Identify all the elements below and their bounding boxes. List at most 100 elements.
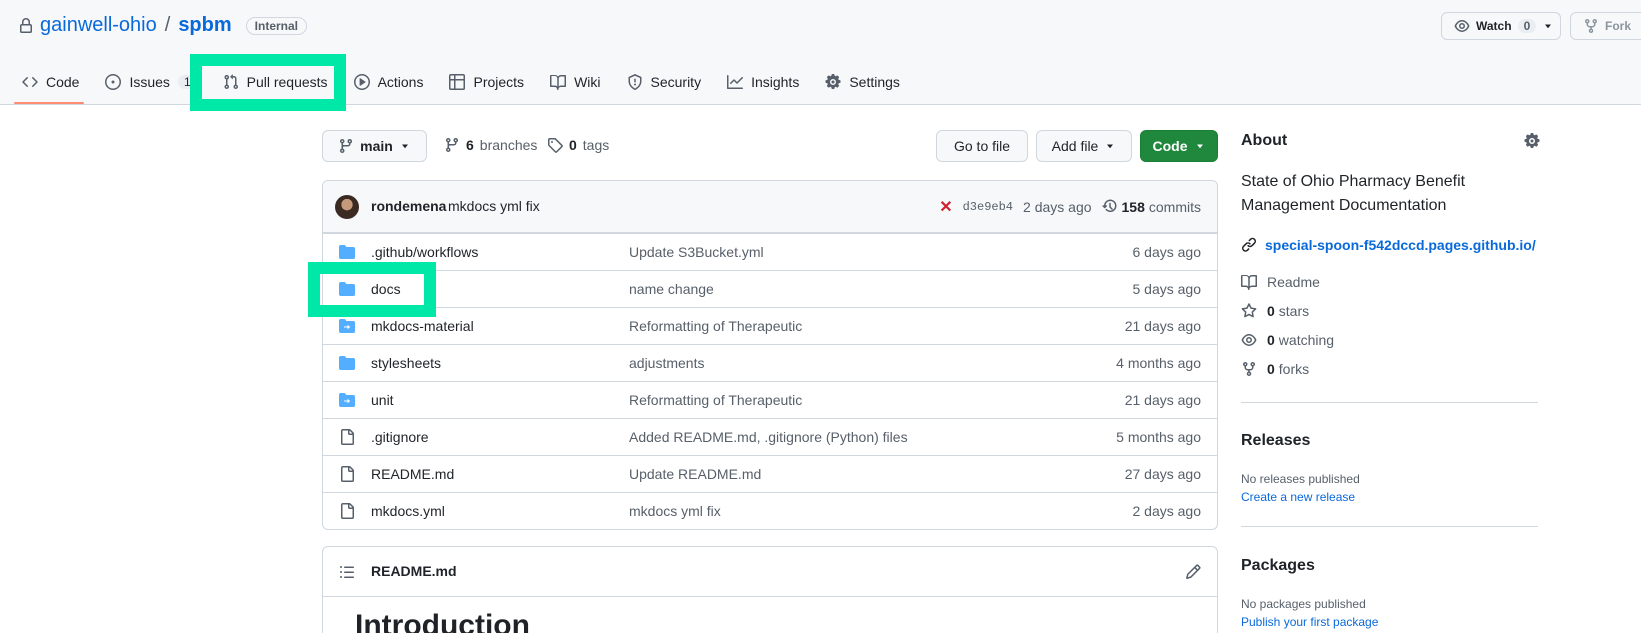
file-age: 27 days ago xyxy=(1124,466,1201,482)
tab-label: Projects xyxy=(473,74,525,90)
watching-link[interactable]: 0 watching xyxy=(1241,332,1334,348)
branch-icon xyxy=(444,137,460,153)
list-icon[interactable] xyxy=(339,564,355,580)
star-icon xyxy=(1241,303,1257,319)
file-row[interactable]: README.md Update README.md 27 days ago xyxy=(323,455,1217,492)
readme-title[interactable]: README.md xyxy=(371,563,457,579)
watch-button[interactable]: Watch 0 xyxy=(1441,12,1561,40)
publish-package-link[interactable]: Publish your first package xyxy=(1241,615,1378,629)
readme-label: Readme xyxy=(1267,274,1320,290)
forks-link[interactable]: 0 forks xyxy=(1241,361,1309,377)
submodule-folder-icon xyxy=(339,318,355,334)
fork-icon xyxy=(1583,18,1599,34)
tab-settings[interactable]: Settings xyxy=(817,66,908,98)
file-commit-message[interactable]: Reformatting of Therapeutic xyxy=(629,318,802,334)
fork-button[interactable]: Fork xyxy=(1570,12,1641,40)
tab-label: Insights xyxy=(751,74,800,90)
commit-message-link[interactable]: mkdocs yml fix xyxy=(448,198,540,214)
chevron-down-icon xyxy=(399,140,411,152)
pull-request-icon xyxy=(223,74,239,90)
about-description: State of Ohio Pharmacy Benefit Managemen… xyxy=(1241,173,1466,214)
file-commit-message[interactable]: Reformatting of Therapeutic xyxy=(629,392,802,408)
gear-icon[interactable] xyxy=(1524,133,1540,149)
file-name-link[interactable]: mkdocs.yml xyxy=(371,503,445,519)
file-commit-message[interactable]: adjustments xyxy=(629,355,704,371)
file-age: 21 days ago xyxy=(1124,392,1201,408)
readme-header: README.md xyxy=(323,547,1217,597)
file-name-link[interactable]: .github/workflows xyxy=(371,244,478,260)
file-icon xyxy=(339,466,355,482)
commit-author-link[interactable]: rondemena xyxy=(371,198,446,214)
file-row[interactable]: .gitignore Added README.md, .gitignore (… xyxy=(323,418,1217,455)
tab-label: Actions xyxy=(377,74,424,90)
file-row[interactable]: unit Reformatting of Therapeutic 21 days… xyxy=(323,381,1217,418)
code-dropdown-button[interactable]: Code xyxy=(1140,130,1218,162)
file-commit-message[interactable]: Update S3Bucket.yml xyxy=(629,244,764,260)
file-row[interactable]: mkdocs-material Reformatting of Therapeu… xyxy=(323,307,1217,344)
sidebar-divider xyxy=(1241,402,1538,403)
table-icon xyxy=(449,74,466,90)
file-name-link[interactable]: .gitignore xyxy=(371,429,429,445)
pencil-icon[interactable] xyxy=(1185,564,1201,580)
stars-link[interactable]: 0 stars xyxy=(1241,303,1309,319)
stars-label: stars xyxy=(1278,303,1310,319)
file-commit-message[interactable]: name change xyxy=(629,281,714,297)
fork-label: Fork xyxy=(1605,19,1632,33)
commit-age: 2 days ago xyxy=(1023,199,1092,215)
submodule-folder-icon xyxy=(339,392,355,408)
readme-link[interactable]: Readme xyxy=(1241,274,1320,290)
repo-owner-link[interactable]: gainwell-ohio xyxy=(40,14,157,37)
tab-issues[interactable]: Issues 1 xyxy=(97,66,204,98)
tab-pull-requests[interactable]: Pull requests xyxy=(215,66,336,98)
website-link[interactable]: special-spoon-f542dccd.pages.github.io/ xyxy=(1241,237,1536,253)
book-icon xyxy=(1241,274,1257,290)
file-commit-message[interactable]: Update README.md xyxy=(629,466,761,482)
readme-box: README.md Introduction xyxy=(322,546,1218,633)
branch-name: main xyxy=(360,138,393,154)
folder-icon xyxy=(339,355,355,371)
repo-name-link[interactable]: spbm xyxy=(178,14,231,37)
file-row[interactable]: .github/workflows Update S3Bucket.yml 6 … xyxy=(323,233,1217,270)
create-release-link[interactable]: Create a new release xyxy=(1241,490,1355,504)
branches-link[interactable]: 6 branches xyxy=(444,137,537,153)
history-icon xyxy=(1101,199,1118,215)
file-row[interactable]: mkdocs.yml mkdocs yml fix 2 days ago xyxy=(323,492,1217,529)
tab-wiki[interactable]: Wiki xyxy=(542,66,608,98)
commits-history-link[interactable]: 158 commits xyxy=(1101,199,1201,215)
add-file-button[interactable]: Add file xyxy=(1036,130,1132,162)
avatar[interactable] xyxy=(335,195,359,219)
file-name-link[interactable]: unit xyxy=(371,392,394,408)
tab-projects[interactable]: Projects xyxy=(441,66,532,98)
tab-label: Settings xyxy=(849,74,900,90)
file-name-link[interactable]: README.md xyxy=(371,466,454,482)
file-row[interactable]: docs name change 5 days ago xyxy=(323,270,1217,307)
link-icon xyxy=(1241,237,1257,253)
file-name-link[interactable]: mkdocs-material xyxy=(371,318,474,334)
file-commit-message[interactable]: mkdocs yml fix xyxy=(629,503,721,519)
add-file-label: Add file xyxy=(1051,138,1099,154)
go-to-file-button[interactable]: Go to file xyxy=(936,130,1028,162)
branch-select-button[interactable]: main xyxy=(322,130,427,162)
tab-insights[interactable]: Insights xyxy=(719,66,807,98)
file-age: 5 months ago xyxy=(1116,429,1201,445)
commit-sha-link[interactable]: d3e9eb4 xyxy=(963,200,1013,214)
file-name-link[interactable]: stylesheets xyxy=(371,355,441,371)
status-fail-icon[interactable]: ✕ xyxy=(939,197,952,217)
packages-heading[interactable]: Packages xyxy=(1241,557,1315,575)
issues-count-badge: 1 xyxy=(177,75,197,89)
tab-actions[interactable]: Actions xyxy=(346,66,432,98)
graph-icon xyxy=(727,74,744,90)
selected-tab-indicator xyxy=(14,102,84,104)
releases-empty-text: No releases published xyxy=(1241,472,1360,486)
file-row[interactable]: stylesheets adjustments 4 months ago xyxy=(323,344,1217,381)
file-age: 21 days ago xyxy=(1124,318,1201,334)
chevron-down-icon xyxy=(1104,140,1116,152)
releases-heading[interactable]: Releases xyxy=(1241,432,1310,450)
tab-security[interactable]: Security xyxy=(619,66,710,98)
tags-link[interactable]: 0 tags xyxy=(547,137,609,153)
packages-empty-text: No packages published xyxy=(1241,597,1366,611)
tab-code[interactable]: Code xyxy=(14,66,87,98)
tab-label: Wiki xyxy=(574,74,601,90)
file-name-link[interactable]: docs xyxy=(371,281,401,297)
file-commit-message[interactable]: Added README.md, .gitignore (Python) fil… xyxy=(629,429,908,445)
